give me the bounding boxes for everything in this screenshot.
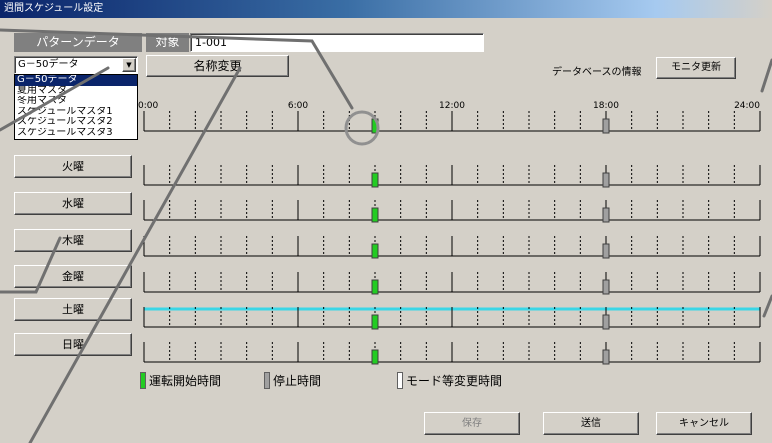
- mode-marker-icon: [397, 372, 403, 389]
- start-marker: [371, 118, 379, 134]
- stop-marker: [602, 172, 610, 188]
- pattern-dropdown-list[interactable]: G－50データ 夏用マスタ 冬用マスタ スケジュールマスタ1 スケジュールマスタ…: [14, 74, 138, 140]
- time-label: 0:00: [138, 101, 158, 111]
- legend-stop-label: 停止時間: [273, 374, 322, 388]
- time-label: 6:00: [288, 101, 308, 111]
- save-button[interactable]: 保存: [424, 412, 520, 435]
- legend-mode-label: モード等変更時間: [406, 374, 503, 388]
- stop-marker: [602, 118, 610, 134]
- pattern-option[interactable]: スケジュールマスタ1: [15, 107, 137, 118]
- schedule-window: 週間スケジュール設定 パターンデータ 対象 1-001 G－50データ ▼ G－…: [0, 0, 772, 443]
- legend-start: 運転開始時間: [140, 372, 221, 389]
- stop-marker: [602, 243, 610, 259]
- start-marker: [371, 279, 379, 295]
- stop-marker: [602, 279, 610, 295]
- schedule-timeline[interactable]: 0:00 6:00 12:00 18:00 24:00: [0, 0, 772, 443]
- legend-start-label: 運転開始時間: [149, 374, 222, 388]
- stop-marker: [602, 314, 610, 330]
- start-marker: [371, 349, 379, 365]
- start-marker: [371, 314, 379, 330]
- start-marker: [371, 243, 379, 259]
- time-label: 18:00: [593, 101, 619, 111]
- send-button[interactable]: 送信: [543, 412, 639, 435]
- pattern-option[interactable]: 冬用マスタ: [15, 96, 137, 107]
- stop-marker-icon: [264, 372, 270, 389]
- pattern-option[interactable]: 夏用マスタ: [15, 86, 137, 97]
- pattern-option[interactable]: スケジュールマスタ3: [15, 128, 137, 139]
- cancel-button[interactable]: キャンセル: [656, 412, 752, 435]
- pattern-option[interactable]: スケジュールマスタ2: [15, 117, 137, 128]
- time-label: 24:00: [734, 101, 760, 111]
- stop-marker: [602, 349, 610, 365]
- legend-stop: 停止時間: [264, 372, 321, 389]
- stop-marker: [602, 207, 610, 223]
- legend-mode: モード等変更時間: [397, 372, 502, 389]
- start-marker-icon: [140, 372, 146, 389]
- pattern-option[interactable]: G－50データ: [15, 75, 137, 86]
- start-marker: [371, 172, 379, 188]
- start-marker: [371, 207, 379, 223]
- time-label: 12:00: [439, 101, 465, 111]
